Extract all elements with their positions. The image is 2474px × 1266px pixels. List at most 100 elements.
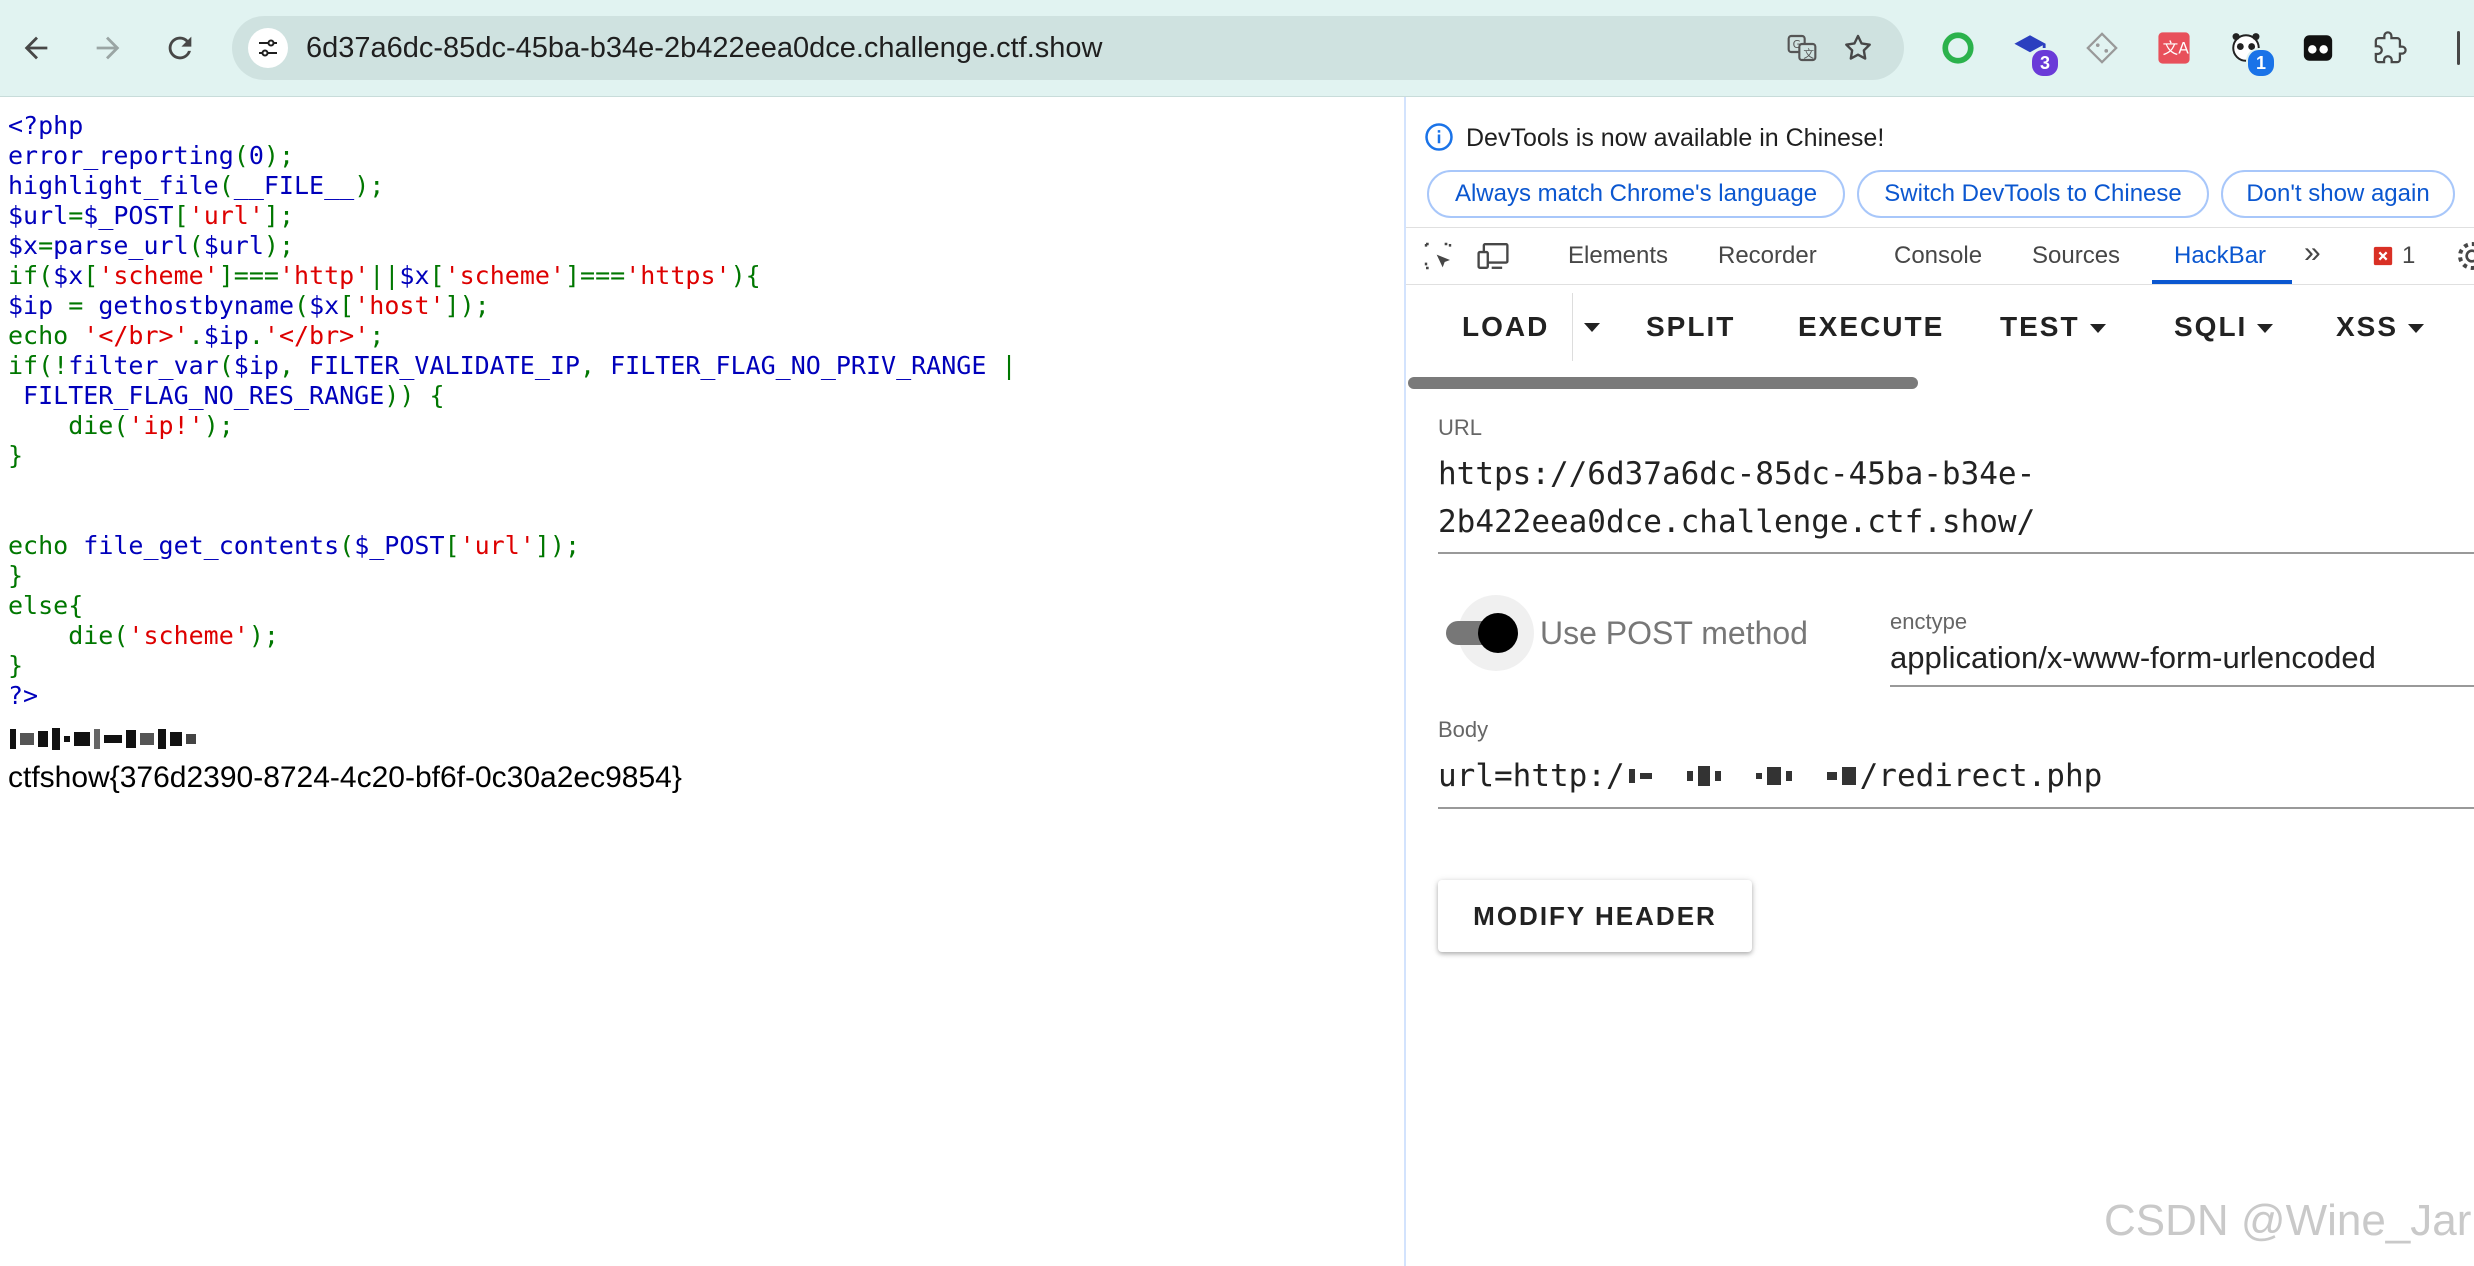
switch-to-chinese-button[interactable]: Switch DevTools to Chinese (1857, 170, 2209, 218)
split-button[interactable]: SPLIT (1646, 311, 1735, 343)
tab-console[interactable]: Console (1894, 242, 1982, 270)
url-text[interactable]: 6d37a6dc-85dc-45ba-b34e-2b422eea0dce.cha… (306, 32, 1103, 65)
code-token: . (248, 321, 264, 350)
code-token: = (68, 291, 99, 320)
post-method-label: Use POST method (1540, 615, 1808, 651)
code-line: error_reporting(0); (8, 141, 1017, 171)
code-token: ); (263, 141, 295, 170)
chevron-down-icon (2408, 324, 2425, 334)
execute-button[interactable]: EXECUTE (1798, 311, 1944, 343)
address-bar[interactable]: 6d37a6dc-85dc-45ba-b34e-2b422eea0dce.cha… (232, 16, 1904, 80)
code-token: ( (218, 171, 234, 200)
url-field-underline (1438, 552, 2474, 554)
reload-button[interactable] (156, 24, 204, 72)
xss-menu-button[interactable]: XSS (2336, 311, 2425, 343)
code-token: FILTER_FLAG_NO_PRIV_RANGE (610, 351, 1002, 380)
redacted-host (1628, 766, 1856, 786)
green-circle-extension-icon[interactable] (1936, 26, 1980, 70)
code-token: ){ (730, 261, 761, 290)
code-token: $x (399, 261, 430, 290)
code-token: 'https' (625, 261, 731, 290)
svg-text:文A: 文A (2163, 40, 2190, 58)
error-icon (2373, 246, 2393, 266)
dont-show-again-button[interactable]: Don't show again (2221, 170, 2455, 218)
code-token: ; (369, 321, 385, 350)
watermark: CSDN @Wine_Jar (2104, 1196, 2472, 1245)
load-button[interactable]: LOAD (1462, 311, 1549, 343)
code-token: $x (309, 291, 340, 320)
always-match-language-button[interactable]: Always match Chrome's language (1427, 170, 1845, 218)
body-textarea[interactable]: url=http:/ /redirect.php (1438, 758, 2102, 794)
forward-button[interactable] (84, 24, 132, 72)
code-token: echo (8, 531, 84, 560)
code-line: if($x['scheme']==='http'||$x['scheme']==… (8, 261, 1017, 291)
test-menu-button[interactable]: TEST (2000, 311, 2106, 343)
enctype-label: enctype (1890, 609, 1968, 634)
mask-extension-icon[interactable] (2296, 26, 2340, 70)
graduation-cap-extension-icon[interactable]: 3 (2008, 26, 2060, 78)
code-token: , (580, 351, 611, 380)
tab-elements[interactable]: Elements (1568, 242, 1668, 270)
device-toolbar-icon[interactable] (1476, 240, 1510, 272)
page-content: <?php error_reporting(0); highlight_file(_… (0, 97, 1404, 1266)
body-field-underline (1438, 807, 2474, 809)
more-tabs-chevron-icon[interactable]: » (2304, 236, 2321, 270)
sqli-menu-button[interactable]: SQLI (2174, 311, 2274, 343)
enctype-select[interactable]: application/x-www-form-urlencoded (1890, 640, 2376, 676)
tab-sources[interactable]: Sources (2032, 242, 2120, 270)
code-token: <?php (8, 111, 84, 140)
code-token: $_POST (354, 531, 445, 560)
devtools-tab-bar: Elements Recorder Console Sources HackBa… (1406, 227, 2474, 285)
back-button[interactable] (12, 24, 60, 72)
diamond-extension-icon[interactable] (2080, 26, 2124, 70)
code-token: ); (263, 231, 295, 260)
menu-divider (1572, 293, 1573, 361)
load-dropdown-caret-icon[interactable] (1584, 319, 1600, 337)
code-token: gethostbyname (98, 291, 294, 320)
url-line: 2b422eea0dce.challenge.ctf.show/ (1438, 504, 2036, 540)
tab-hackbar[interactable]: HackBar (2174, 242, 2266, 270)
flag-output: ctfshow{376d2390-8724-4c20-bf6f-0c30a2ec… (8, 761, 682, 794)
code-line: die('ip!'); (8, 411, 1017, 441)
code-token: ); (354, 171, 385, 200)
settings-gear-icon[interactable] (2456, 240, 2474, 272)
url-label: URL (1438, 415, 1483, 440)
code-token: . (188, 321, 204, 350)
panda-extension-icon[interactable]: 1 (2224, 26, 2276, 78)
code-token: highlight_file (8, 171, 219, 200)
infobar-message: DevTools is now available in Chinese! (1466, 124, 1885, 152)
tab-recorder[interactable]: Recorder (1718, 242, 1817, 270)
issues-count: 1 (2402, 242, 2416, 269)
code-token: ]=== (218, 261, 279, 290)
devtools-language-infobar: DevTools is now available in Chinese! Al… (1406, 97, 2474, 227)
code-line: $url=$_POST['url']; (8, 201, 1017, 231)
code-token: $ip (8, 291, 69, 320)
code-token: ]); (444, 291, 490, 320)
code-line: highlight_file(__FILE__); (8, 171, 1017, 201)
code-token: if( (8, 261, 54, 290)
code-token: '</br>' (83, 321, 189, 350)
code-token: error_reporting (8, 141, 234, 170)
inspect-element-icon[interactable] (1422, 240, 1454, 272)
translate-page-icon[interactable]: G文 (1784, 30, 1820, 66)
bookmark-star-icon[interactable] (1840, 30, 1876, 66)
code-token: 'ip!' (128, 411, 204, 440)
puzzle-extension-icon[interactable] (2368, 26, 2412, 70)
reload-icon (168, 36, 192, 60)
code-token: file_get_contents (83, 531, 340, 560)
code-token: ); (203, 411, 234, 440)
forward-arrow-icon (96, 36, 120, 60)
code-token: ]); (534, 531, 580, 560)
code-line: die('scheme'); (8, 621, 1017, 651)
site-info-icon[interactable] (248, 28, 288, 68)
modify-header-button[interactable]: MODIFY HEADER (1438, 880, 1752, 952)
code-line: $ip = gethostbyname($x['host']); (8, 291, 1017, 321)
horizontal-scrollbar[interactable] (1408, 377, 1918, 389)
url-textarea[interactable]: https://6d37a6dc-85dc-45ba-b34e- 2b422ee… (1438, 450, 2474, 546)
translate-extension-icon[interactable]: 文A (2152, 26, 2196, 70)
chevron-down-icon (2257, 324, 2274, 334)
post-method-toggle[interactable] (1446, 595, 1534, 671)
issues-counter[interactable]: 1 (2372, 242, 2415, 270)
